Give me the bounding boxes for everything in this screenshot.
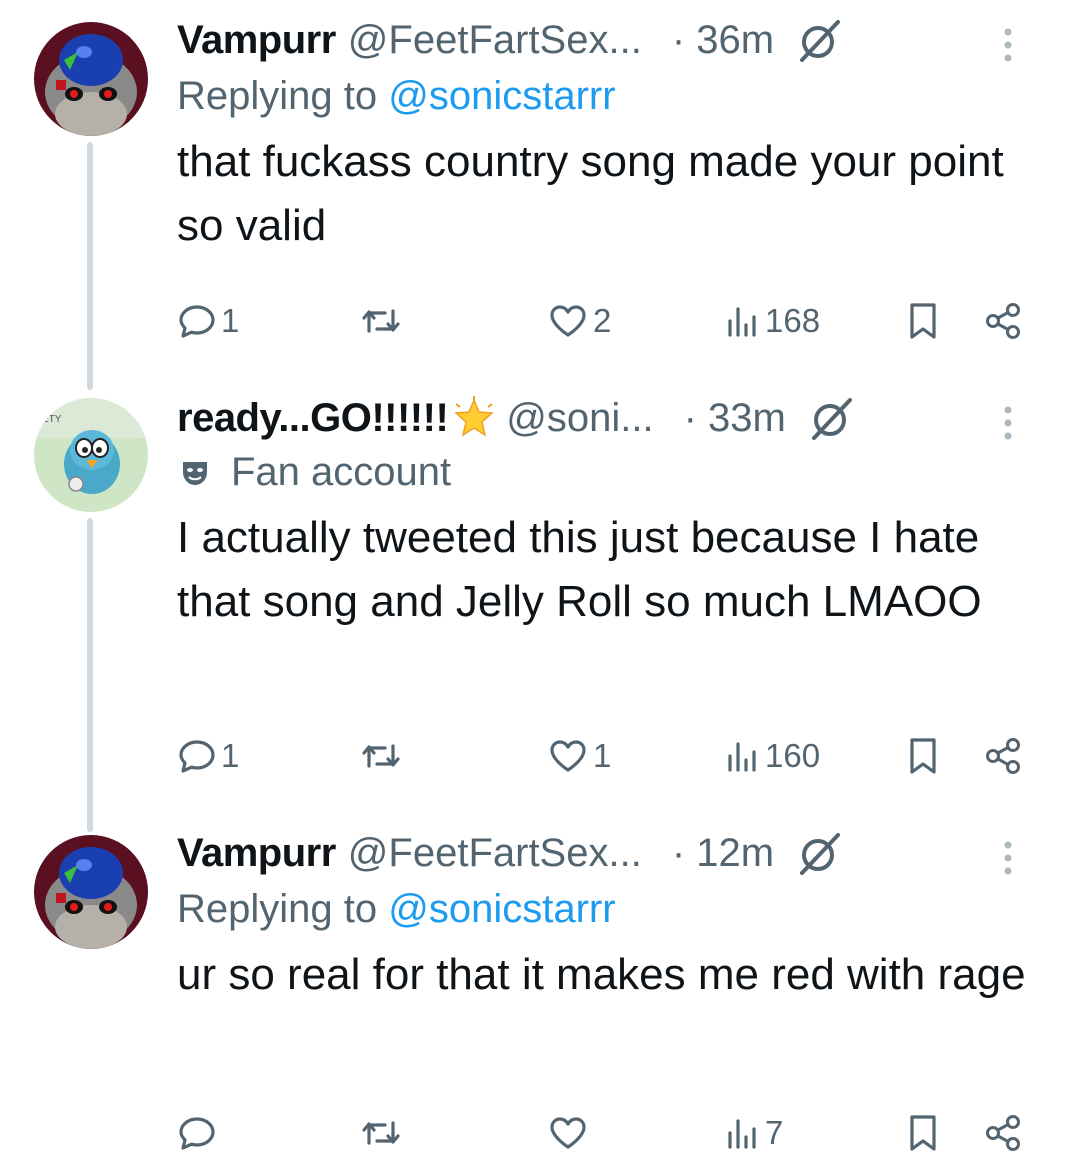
retweet-button[interactable] (360, 296, 402, 346)
reply-button[interactable]: 1 (177, 296, 239, 346)
timestamp[interactable]: · 33m (684, 390, 786, 446)
reply-icon (179, 740, 215, 773)
grok-slash-icon[interactable] (796, 16, 844, 64)
tweet[interactable]: ETY ready...GO!!!!!! @soni... · 33m Fan … (0, 380, 1080, 810)
replying-to-line: Replying to @sonicstarrr (177, 883, 1040, 935)
tweet-header: Vampurr @FeetFartSex... · 36m (177, 12, 1040, 68)
avatar[interactable] (34, 22, 148, 136)
handle[interactable]: @FeetFartSex... (348, 12, 642, 68)
like-button[interactable]: 2 (547, 296, 611, 346)
more-vertical-icon[interactable] (998, 402, 1018, 442)
like-count: 2 (593, 302, 612, 339)
share-icon (986, 303, 1020, 339)
tweet-text: I actually tweeted this just because I h… (177, 513, 982, 626)
fan-account-label: Fan account (231, 450, 452, 494)
display-name[interactable]: Vampurr (177, 825, 336, 881)
bookmark-icon (910, 738, 936, 774)
views-count: 160 (765, 737, 821, 774)
tweet-header: ready...GO!!!!!! @soni... · 33m (177, 390, 1040, 446)
timestamp[interactable]: · 12m (672, 825, 774, 881)
tweet[interactable]: Vampurr @FeetFartSex... · 36m Replying t… (0, 0, 1080, 375)
mention-link[interactable]: @sonicstarrr (388, 74, 615, 118)
glowing-star-emoji (452, 396, 496, 440)
action-bar: 1 2 168 (177, 296, 1037, 346)
retweet-icon (362, 744, 400, 768)
heart-icon (550, 740, 586, 772)
more-vertical-icon[interactable] (998, 837, 1018, 877)
reply-button[interactable]: 1 (177, 731, 239, 781)
heart-icon (550, 1117, 586, 1149)
retweet-icon (362, 1121, 400, 1145)
reply-button[interactable] (177, 1108, 221, 1158)
more-vertical-icon[interactable] (998, 24, 1018, 64)
display-name[interactable]: ready...GO!!!!!! (177, 390, 449, 446)
fan-account-badge[interactable]: Fan account (177, 446, 1040, 498)
reply-icon (179, 1117, 215, 1150)
bookmark-button[interactable] (905, 296, 941, 346)
handle[interactable]: @FeetFartSex... (348, 825, 642, 881)
bookmark-button[interactable] (905, 1108, 941, 1158)
views-count: 7 (765, 1114, 784, 1151)
tweet-text: that fuckass country song made your poin… (177, 137, 1004, 250)
share-button[interactable] (983, 1108, 1023, 1158)
action-bar: 7 (177, 1108, 1037, 1158)
reply-icon (179, 305, 215, 338)
views-icon (728, 742, 756, 772)
bookmark-icon (910, 303, 936, 339)
avatar[interactable] (34, 835, 148, 949)
like-count: 1 (593, 737, 612, 774)
retweet-button[interactable] (360, 1108, 402, 1158)
mask-icon (183, 462, 207, 485)
replying-prefix: Replying to (177, 887, 389, 931)
mention-link[interactable]: @sonicstarrr (388, 887, 615, 931)
replying-to-line: Replying to @sonicstarrr (177, 70, 1040, 122)
grok-slash-icon[interactable] (796, 829, 844, 877)
views-icon (728, 307, 756, 337)
share-icon (986, 738, 1020, 774)
tweet[interactable]: Vampurr @FeetFartSex... · 12m Replying t… (0, 815, 1080, 1165)
replying-prefix: Replying to (177, 74, 389, 118)
reply-count: 1 (221, 302, 240, 339)
views-count: 168 (765, 302, 821, 339)
display-name[interactable]: Vampurr (177, 12, 336, 68)
views-icon (728, 1119, 756, 1149)
views-button[interactable]: 7 (725, 1108, 783, 1158)
handle[interactable]: @soni... (506, 390, 653, 446)
like-button[interactable]: 1 (547, 731, 611, 781)
timestamp[interactable]: · 36m (672, 12, 774, 68)
reply-count: 1 (221, 737, 240, 774)
retweet-button[interactable] (360, 731, 402, 781)
bookmark-icon (910, 1115, 936, 1151)
grok-slash-icon[interactable] (808, 394, 856, 442)
svg-text:ETY: ETY (42, 414, 62, 425)
views-button[interactable]: 168 (725, 296, 820, 346)
views-button[interactable]: 160 (725, 731, 820, 781)
retweet-icon (362, 309, 400, 333)
like-button[interactable] (547, 1108, 593, 1158)
tweet-header: Vampurr @FeetFartSex... · 12m (177, 825, 1040, 881)
tweet-text: ur so real for that it makes me red with… (177, 950, 1026, 999)
share-icon (986, 1115, 1020, 1151)
avatar[interactable]: ETY (34, 398, 148, 512)
heart-icon (550, 305, 586, 337)
action-bar: 1 1 160 (177, 731, 1037, 781)
share-button[interactable] (983, 296, 1023, 346)
bookmark-button[interactable] (905, 731, 941, 781)
share-button[interactable] (983, 731, 1023, 781)
